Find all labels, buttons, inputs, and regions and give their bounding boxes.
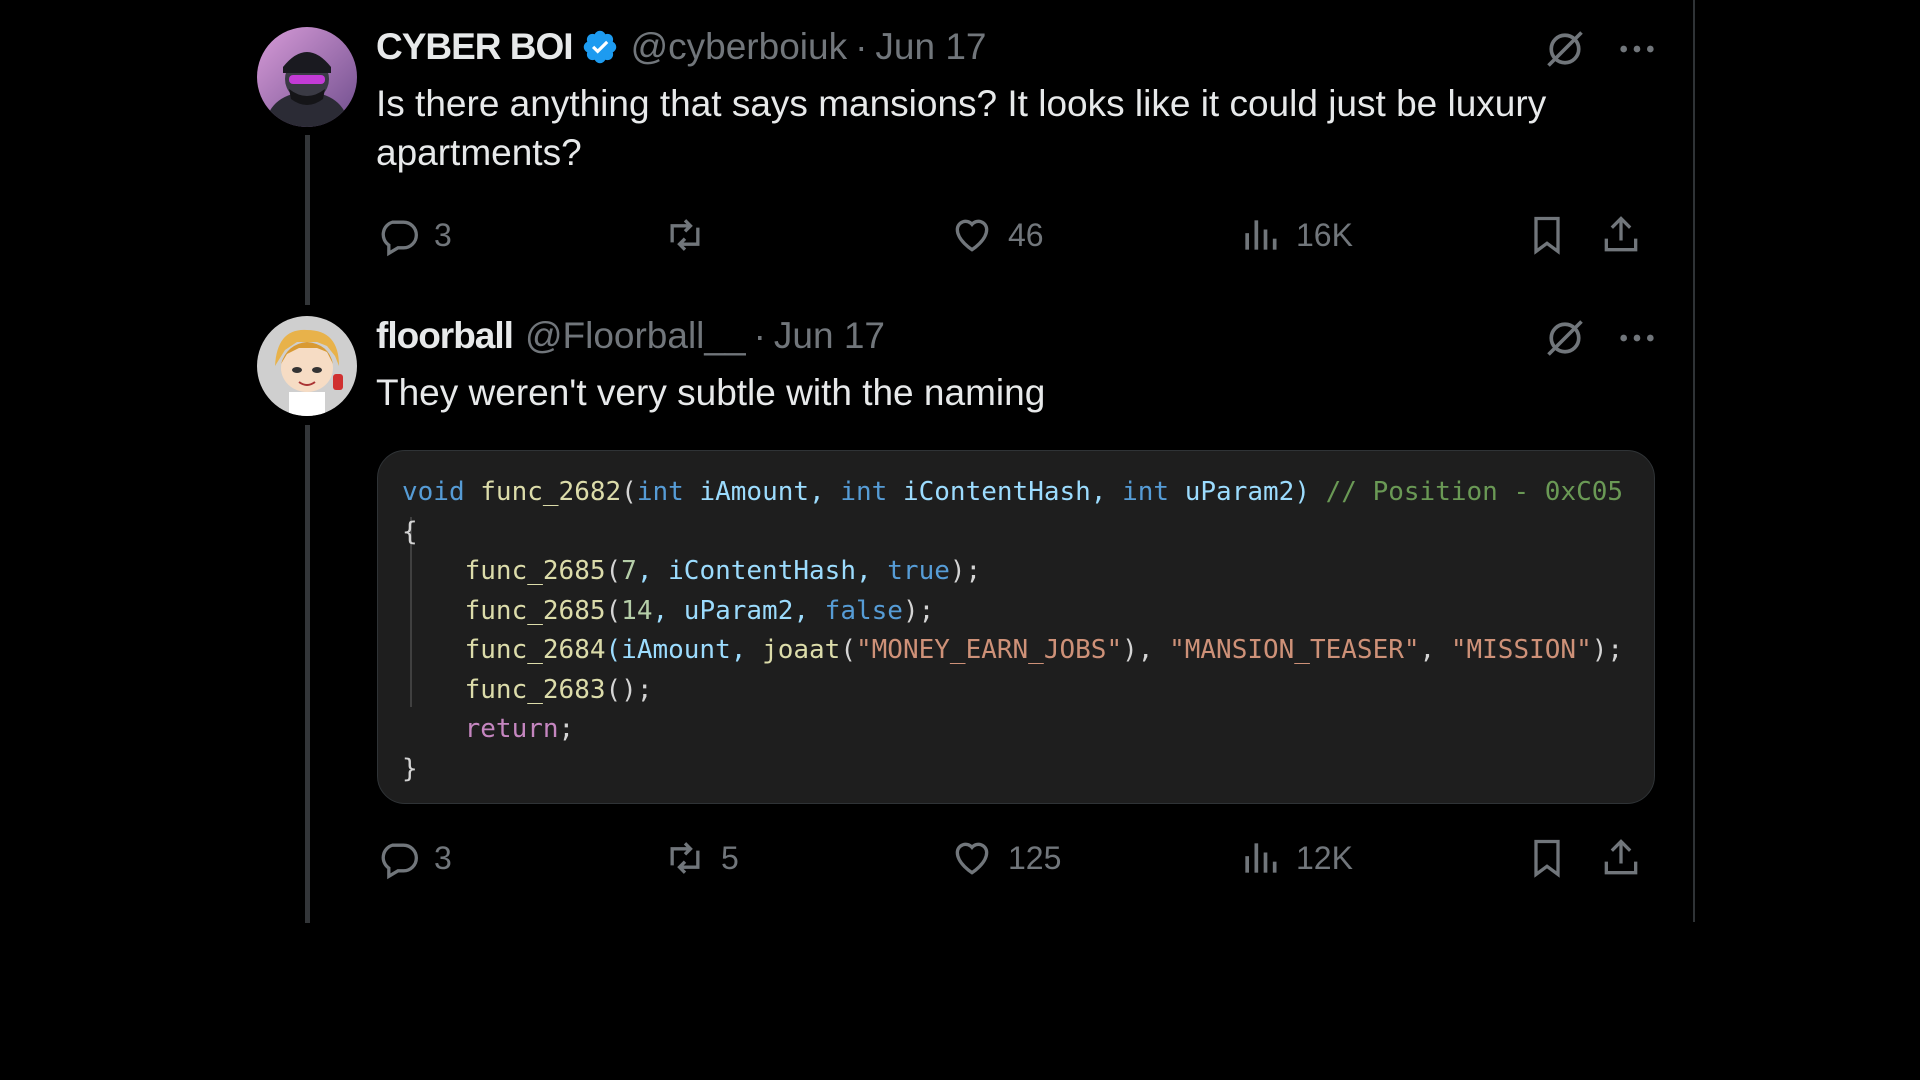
more-icon[interactable] [1617,318,1657,358]
views-button[interactable]: 16K [1238,213,1353,257]
code-line: func_2684(iAmount, joaat("MONEY_EARN_JOB… [464,635,1624,665]
share-icon [1604,216,1638,252]
timestamp[interactable]: Jun 17 [774,315,885,357]
reply-icon [381,220,418,257]
grok-icon[interactable] [1543,316,1587,360]
code-line: void func_2682(int iAmount, int iContent… [402,477,1624,507]
reply-icon [381,843,418,880]
code-line: func_2683(); [464,674,653,705]
code-line: } [402,753,418,784]
retweet-count: 5 [721,839,739,876]
share-icon [1604,839,1638,875]
tweet-text: Is there anything that says mansions? It… [376,83,1547,173]
bookmark-icon [1534,216,1560,255]
avatar[interactable] [257,27,357,127]
bookmark-button[interactable] [1525,836,1569,880]
views-icon [1245,843,1277,873]
reply-button[interactable]: 3 [376,836,452,880]
like-icon [955,842,989,875]
tweet[interactable]: floorball @Floorball__ · Jun 17 They wer… [257,315,1657,916]
timestamp[interactable]: Jun 17 [875,26,986,68]
tweet-text: They weren't very subtle with the naming [376,372,1046,413]
views-button[interactable]: 12K [1238,836,1353,880]
code-line: return; [464,714,575,744]
reply-button[interactable]: 3 [376,213,452,257]
code-line: func_2685(14, uParam2, false); [464,595,935,626]
separator: · [753,315,766,356]
views-count: 12K [1296,839,1353,876]
like-count: 46 [1008,216,1044,253]
tweet[interactable]: CYBER BOI @cyberboiuk · Jun 17 Is there … [257,26,1657,277]
like-button[interactable]: 125 [950,836,1061,880]
like-count: 125 [1008,839,1062,876]
handle[interactable]: @Floorball__ [525,315,746,357]
retweet-icon [670,842,700,874]
views-icon [1245,220,1277,250]
handle[interactable]: @cyberboiuk [631,26,848,68]
bookmark-icon [1534,839,1560,878]
verified-badge-icon[interactable] [581,28,619,66]
share-button[interactable] [1599,836,1643,880]
like-button[interactable]: 46 [950,213,1044,257]
retweet-button[interactable] [663,213,721,257]
display-name[interactable]: floorball [376,315,514,357]
code-image[interactable]: void func_2682(int iAmount, int iContent… [377,450,1655,804]
code-block: void func_2682(int iAmount, int iContent… [402,473,1623,789]
retweet-icon [670,219,700,251]
column-border [1693,0,1695,922]
views-count: 16K [1296,216,1353,253]
grok-icon[interactable] [1543,27,1587,71]
code-line: { [402,516,418,547]
avatar[interactable] [257,316,357,416]
reply-count: 3 [434,216,452,253]
share-button[interactable] [1599,213,1643,257]
more-icon[interactable] [1617,29,1657,69]
bookmark-button[interactable] [1525,213,1569,257]
like-icon [955,219,989,252]
reply-count: 3 [434,839,452,876]
retweet-button[interactable]: 5 [663,836,739,880]
display-name[interactable]: CYBER BOI [376,26,574,68]
separator: · [855,26,868,67]
code-line: func_2685(7, iContentHash, true); [464,556,982,586]
